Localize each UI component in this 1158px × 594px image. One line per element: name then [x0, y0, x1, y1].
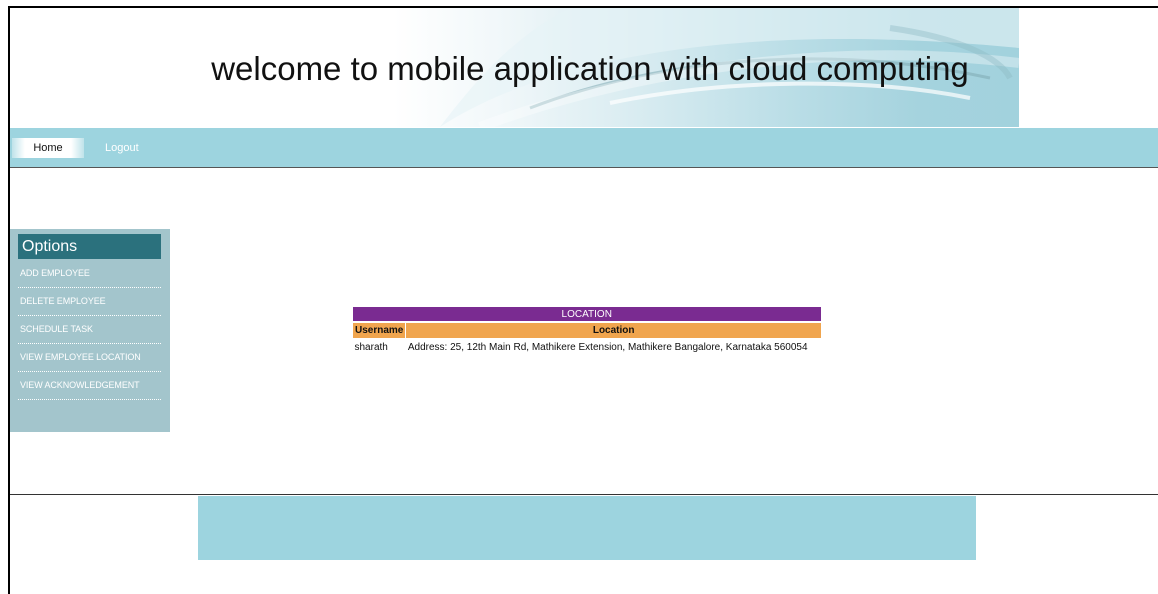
- page-title: welcome to mobile application with cloud…: [211, 50, 969, 87]
- sidebar-item-add-employee[interactable]: ADD EMPLOYEE: [18, 260, 161, 288]
- nav-logout-link[interactable]: Logout: [105, 138, 139, 158]
- location-table: LOCATION Username Location sharath Addre…: [351, 307, 822, 356]
- top-nav-bar: Home Logout: [10, 128, 1158, 168]
- table-row: sharath Address: 25, 12th Main Rd, Mathi…: [353, 338, 822, 356]
- footer-band: [198, 496, 976, 560]
- sidebar-item-view-employee-location[interactable]: VIEW EMPLOYEE LOCATION: [18, 344, 161, 372]
- column-header-location: Location: [405, 321, 821, 338]
- nav-home-link[interactable]: Home: [12, 138, 84, 158]
- sidebar-item-view-acknowledgement[interactable]: VIEW ACKNOWLEDGEMENT: [18, 372, 161, 400]
- sidebar-item-delete-employee[interactable]: DELETE EMPLOYEE: [18, 288, 161, 316]
- content-divider: [10, 494, 1158, 495]
- table-caption: LOCATION: [352, 307, 821, 322]
- sidebar-heading: Options: [18, 234, 161, 259]
- cell-location: Address: 25, 12th Main Rd, Mathikere Ext…: [407, 341, 808, 353]
- sidebar-menu: ADD EMPLOYEE DELETE EMPLOYEE SCHEDULE TA…: [18, 260, 161, 400]
- options-sidebar: Options ADD EMPLOYEE DELETE EMPLOYEE SCH…: [10, 229, 170, 432]
- sidebar-item-schedule-task[interactable]: SCHEDULE TASK: [18, 316, 161, 344]
- column-header-username: Username: [351, 321, 406, 338]
- header-banner: welcome to mobile application with cloud…: [10, 8, 1019, 127]
- cell-username: sharath: [354, 341, 388, 353]
